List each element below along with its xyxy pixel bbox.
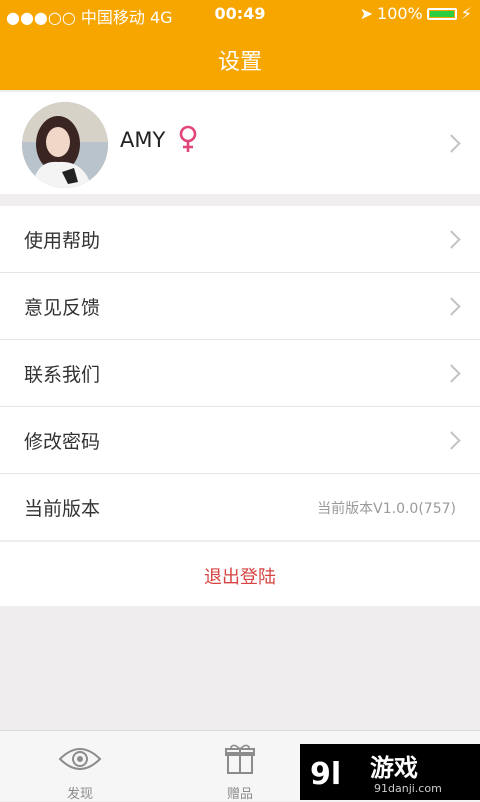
profile-name: AMY [120,128,166,152]
logout-label: 退出登陆 [204,567,276,588]
battery-percent: 100% [377,4,423,23]
watermark-logo: 9l [310,757,341,790]
status-right: ➤ 100% ⚡ [360,4,472,23]
menu-item-label: 意见反馈 [24,297,101,319]
profile-row[interactable]: AMY [0,92,480,194]
chevron-right-icon [442,297,461,316]
charging-icon: ⚡ [460,4,472,23]
battery-icon [426,7,457,20]
nav-bar: 设置 [0,28,480,90]
menu-item-contact[interactable]: 联系我们 [0,340,480,407]
tab-label: 赠品 [226,787,253,802]
menu-item-version: 当前版本 当前版本V1.0.0(757) [0,474,480,540]
menu-item-change-password[interactable]: 修改密码 [0,407,480,474]
menu-item-label: 使用帮助 [24,230,101,252]
menu-item-feedback[interactable]: 意见反馈 [0,273,480,340]
eye-icon [58,748,102,770]
watermark-brand: 游戏 [370,754,418,782]
logout-button[interactable]: 退出登陆 [0,542,480,606]
chevron-right-icon [442,364,461,383]
female-icon [179,125,197,152]
tab-gifts[interactable]: 赠品 [160,731,320,802]
chevron-right-icon [442,431,461,450]
status-bar: ●●●○○ 中国移动 4G 00:49 ➤ 100% ⚡ [0,0,480,28]
gift-icon [225,744,255,774]
watermark-url: 91danji.com [374,782,442,795]
menu-item-label: 联系我们 [24,364,101,386]
menu-item-help[interactable]: 使用帮助 [0,206,480,273]
chevron-right-icon [442,134,461,153]
settings-menu: 使用帮助 意见反馈 联系我们 修改密码 当前版本 当前版本V1.0.0(757) [0,206,480,540]
menu-item-label: 修改密码 [24,431,101,453]
version-value: 当前版本V1.0.0(757) [317,501,456,517]
tab-label: 发现 [66,787,93,802]
location-icon: ➤ [359,4,374,23]
tab-discover[interactable]: 发现 [0,731,160,802]
svg-text:9l: 9l [310,757,341,790]
menu-item-label: 当前版本 [24,498,101,520]
watermark: 9l 游戏 91danji.com [300,744,480,800]
avatar[interactable] [22,102,108,188]
page-title: 设置 [217,50,262,75]
chevron-right-icon [442,230,461,249]
